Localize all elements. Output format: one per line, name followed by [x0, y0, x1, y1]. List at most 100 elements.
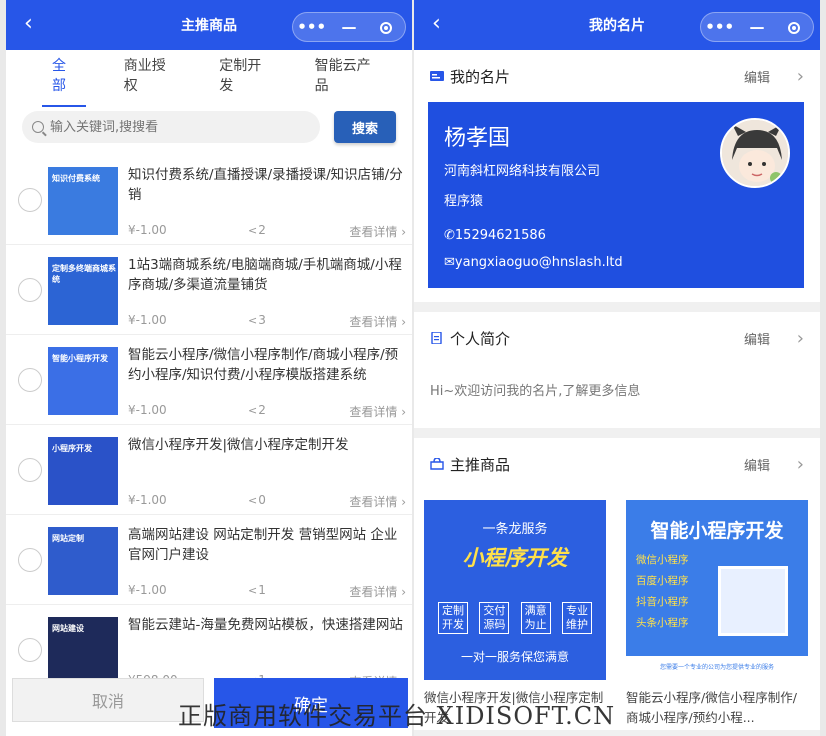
- card-phone[interactable]: ✆15294621586: [444, 228, 546, 243]
- miniprogram-capsule: ••• —: [292, 12, 406, 42]
- product-meta: ¥-1.00 <2 查看详情 ›: [128, 223, 406, 239]
- product-meta: ¥-1.00 <2 查看详情 ›: [128, 403, 406, 419]
- close-circle-icon[interactable]: [368, 13, 405, 41]
- card-icon: [430, 71, 444, 81]
- product-list-line: 百度小程序: [636, 575, 689, 587]
- product-tag: 专业维护: [561, 602, 592, 634]
- thumbnail-caption: 知识付费系统: [52, 174, 100, 183]
- more-icon[interactable]: •••: [701, 13, 738, 41]
- product-row[interactable]: 网站定制 高端网站建设 网站定制开发 营销型网站 企业官网门户建设 ¥-1.00…: [6, 515, 412, 605]
- select-radio[interactable]: [18, 638, 42, 662]
- minimize-icon[interactable]: —: [738, 13, 775, 41]
- product-thumbnail: 智能小程序开发: [48, 347, 118, 415]
- footer-actions: 取消 确定: [6, 678, 412, 736]
- featured-products: 一条龙服务 小程序开发 定制开发 交付源码 满意为止 专业维护 一对一服务保您满…: [414, 490, 820, 730]
- mail-icon: ✉: [444, 255, 455, 270]
- product-row[interactable]: 定制多终端商城系统 1站3端商城系统/电脑端商城/手机端商城/小程序商城/多渠道…: [6, 245, 412, 335]
- back-icon[interactable]: ‹: [24, 13, 33, 35]
- product-thumbnail: 网站定制: [48, 527, 118, 595]
- shop-icon: [430, 458, 444, 470]
- featured-product-card[interactable]: 一条龙服务 小程序开发 定制开发 交付源码 满意为止 专业维护 一对一服务保您满…: [424, 500, 606, 730]
- product-title: 微信小程序开发|微信小程序定制开发: [128, 437, 349, 453]
- products-section-header[interactable]: 主推商品 编辑 ›: [414, 438, 820, 490]
- thumbnail-caption: 网站建设: [52, 624, 84, 633]
- product-row[interactable]: 知识付费系统 知识付费系统/直播授课/录播授课/知识店铺/分销 ¥-1.00 <…: [6, 155, 412, 245]
- chevron-right-icon[interactable]: ›: [797, 66, 804, 87]
- featured-product-card[interactable]: 智能小程序开发 微信小程序 百度小程序 抖音小程序 头条小程序 您需要一个专业的…: [626, 500, 808, 730]
- search-icon: [32, 121, 44, 133]
- product-tag: 交付源码: [479, 602, 510, 634]
- thumbnail-caption: 定制多终端商城系统: [52, 264, 116, 284]
- tab-commercial-license[interactable]: 商业授权: [114, 41, 181, 109]
- card-company: 河南斜杠网络科技有限公司: [444, 164, 601, 179]
- card-name: 杨孝国: [444, 126, 511, 151]
- document-icon: [431, 332, 442, 344]
- chevron-right-icon[interactable]: ›: [797, 328, 804, 349]
- select-radio[interactable]: [18, 548, 42, 572]
- select-radio[interactable]: [18, 458, 42, 482]
- section-title: 主推商品: [450, 455, 511, 474]
- share-number: 3: [258, 313, 266, 327]
- section-title: 我的名片: [450, 67, 511, 86]
- product-row[interactable]: 智能小程序开发 智能云小程序/微信小程序制作/商城小程序/预约小程序/知识付费/…: [6, 335, 412, 425]
- chevron-right-icon[interactable]: ›: [797, 454, 804, 475]
- view-detail-link[interactable]: 查看详情 ›: [349, 313, 406, 330]
- back-icon[interactable]: ‹: [432, 13, 441, 35]
- cancel-button[interactable]: 取消: [12, 678, 204, 722]
- search-box: [22, 111, 320, 143]
- share-count[interactable]: <2: [248, 403, 266, 417]
- search-input[interactable]: [50, 119, 310, 135]
- product-image-list: 微信小程序 百度小程序 抖音小程序 头条小程序: [636, 550, 689, 634]
- edit-card-link[interactable]: 编辑: [744, 67, 770, 86]
- tab-all[interactable]: 全部: [42, 41, 86, 109]
- search-button[interactable]: 搜索: [334, 111, 396, 143]
- more-icon[interactable]: •••: [293, 13, 330, 41]
- miniprogram-capsule: ••• —: [700, 12, 814, 42]
- product-image-top: 一条龙服务: [482, 522, 548, 537]
- edit-intro-link[interactable]: 编辑: [744, 329, 770, 348]
- share-count[interactable]: <1: [248, 583, 266, 597]
- tab-custom-dev[interactable]: 定制开发: [209, 41, 276, 109]
- product-picker-pane: ‹ 主推商品 ••• — 全部 商业授权 定制开发 智能云产品 搜索 知识付费系…: [6, 0, 412, 736]
- share-count[interactable]: <3: [248, 313, 266, 327]
- product-title: 高端网站建设 网站定制开发 营销型网站 企业官网门户建设: [128, 527, 398, 563]
- close-circle-icon[interactable]: [776, 13, 813, 41]
- product-info: 智能云小程序/微信小程序制作/商城小程序/预约小程序/知识付费/小程序模版搭建系…: [128, 345, 406, 385]
- share-number: 0: [258, 493, 266, 507]
- select-radio[interactable]: [18, 368, 42, 392]
- product-price: ¥-1.00: [128, 493, 167, 507]
- product-meta: ¥-1.00 <3 查看详情 ›: [128, 313, 406, 329]
- card-section-header[interactable]: 我的名片 编辑 ›: [414, 50, 820, 102]
- minimize-icon[interactable]: —: [330, 13, 367, 41]
- share-number: 2: [258, 223, 266, 237]
- intro-section-header[interactable]: 个人简介 编辑 ›: [414, 312, 820, 364]
- share-count[interactable]: <2: [248, 223, 266, 237]
- phone-number: 15294621586: [454, 228, 546, 243]
- card-email[interactable]: ✉yangxiaoguo@hnslash.ltd: [444, 255, 623, 270]
- tab-smart-cloud[interactable]: 智能云产品: [305, 41, 384, 109]
- select-radio[interactable]: [18, 278, 42, 302]
- device-illustration: [718, 566, 788, 636]
- view-detail-link[interactable]: 查看详情 ›: [349, 223, 406, 240]
- category-tabs: 全部 商业授权 定制开发 智能云产品: [6, 50, 412, 107]
- edit-products-link[interactable]: 编辑: [744, 455, 770, 474]
- product-title: 知识付费系统/直播授课/录播授课/知识店铺/分销: [128, 167, 403, 203]
- view-detail-link[interactable]: 查看详情 ›: [349, 583, 406, 600]
- product-tag: 满意为止: [520, 602, 551, 634]
- share-count[interactable]: <0: [248, 493, 266, 507]
- product-image-tags: 定制开发 交付源码 满意为止 专业维护: [438, 602, 592, 634]
- select-radio[interactable]: [18, 188, 42, 212]
- product-list: 知识付费系统 知识付费系统/直播授课/录播授课/知识店铺/分销 ¥-1.00 <…: [6, 155, 412, 695]
- card-role: 程序猿: [444, 194, 484, 209]
- product-row[interactable]: 小程序开发 微信小程序开发|微信小程序定制开发 ¥-1.00 <0 查看详情 ›: [6, 425, 412, 515]
- view-detail-link[interactable]: 查看详情 ›: [349, 493, 406, 510]
- intro-text: Hi~欢迎访问我的名片,了解更多信息: [414, 364, 820, 428]
- view-detail-link[interactable]: 查看详情 ›: [349, 403, 406, 420]
- product-list-line: 抖音小程序: [636, 596, 689, 608]
- confirm-button[interactable]: 确定: [214, 678, 408, 728]
- product-meta: ¥-1.00 <0 查看详情 ›: [128, 493, 406, 509]
- section-title: 个人简介: [450, 329, 511, 348]
- product-image: 智能小程序开发 微信小程序 百度小程序 抖音小程序 头条小程序 您需要一个专业的…: [626, 500, 808, 680]
- share-icon: <: [248, 314, 258, 327]
- avatar: [720, 118, 790, 188]
